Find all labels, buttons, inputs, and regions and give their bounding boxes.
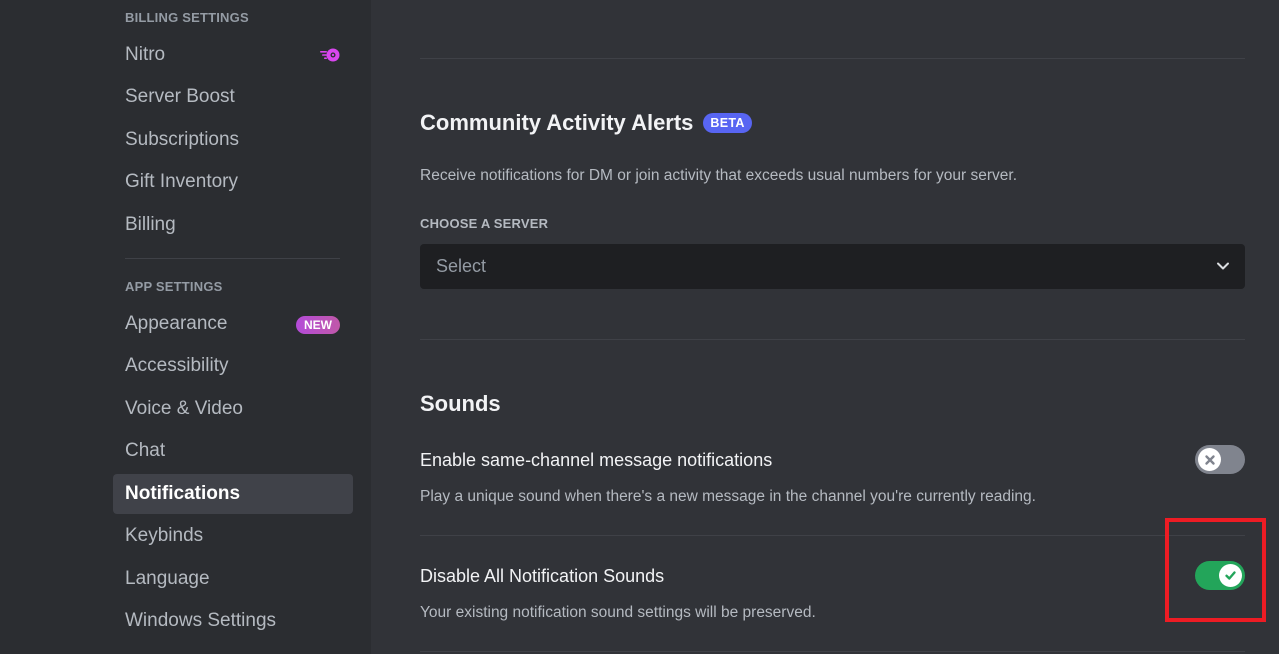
sidebar-item-label: Server Boost xyxy=(125,86,235,107)
new-badge: NEW xyxy=(296,316,340,334)
notifications-content: Community Activity Alerts BETA Receive n… xyxy=(371,0,1279,654)
community-activity-alerts-title: Community Activity Alerts BETA xyxy=(420,110,752,136)
same-channel-notifications-toggle[interactable] xyxy=(1195,445,1245,474)
sidebar-item-language[interactable]: Language xyxy=(113,559,353,599)
toggle-knob xyxy=(1198,448,1221,471)
nitro-icon xyxy=(320,48,340,62)
sidebar-item-windows-settings[interactable]: Windows Settings xyxy=(113,601,353,641)
sidebar-item-label: Windows Settings xyxy=(125,610,277,631)
sidebar-item-label: Subscriptions xyxy=(125,129,240,150)
setting-divider xyxy=(420,651,1245,652)
sidebar-item-billing[interactable]: Billing xyxy=(113,205,353,245)
section-title-text: Sounds xyxy=(420,391,501,416)
sidebar-item-nitro[interactable]: Nitro xyxy=(113,35,353,75)
same-channel-notifications-title: Enable same-channel message notification… xyxy=(420,450,773,470)
sidebar-item-accessibility[interactable]: Accessibility xyxy=(113,346,353,386)
sidebar-item-chat[interactable]: Chat xyxy=(113,431,353,471)
disable-all-sounds-title: Disable All Notification Sounds xyxy=(420,566,665,586)
sidebar-item-label: Appearance xyxy=(125,313,228,334)
choose-server-label: Choose a Server xyxy=(420,216,549,231)
sidebar-item-gift-inventory[interactable]: Gift Inventory xyxy=(113,162,353,202)
sidebar-item-appearance[interactable]: Appearance NEW xyxy=(113,304,353,344)
billing-settings-header: Billing Settings xyxy=(125,10,249,25)
sidebar-item-label: Chat xyxy=(125,440,166,461)
sidebar-item-label: Accessibility xyxy=(125,355,229,376)
sidebar-item-label: Billing xyxy=(125,214,176,235)
same-channel-notifications-description: Play a unique sound when there's a new m… xyxy=(420,488,1036,505)
sidebar-item-label: Nitro xyxy=(125,44,166,65)
section-title-text: Community Activity Alerts xyxy=(420,110,694,135)
beta-badge: BETA xyxy=(703,113,752,133)
sidebar-divider xyxy=(125,258,340,259)
disable-all-sounds-description: Your existing notification sound setting… xyxy=(420,604,816,621)
sidebar-item-server-boost[interactable]: Server Boost xyxy=(113,77,353,117)
chevron-down-icon xyxy=(1217,262,1229,270)
sidebar-item-label: Voice & Video xyxy=(125,398,243,419)
section-divider xyxy=(420,58,1245,59)
sidebar-item-keybinds[interactable]: Keybinds xyxy=(113,516,353,556)
app-settings-header: App Settings xyxy=(125,279,223,294)
setting-divider xyxy=(420,535,1245,536)
server-select[interactable]: Select xyxy=(420,244,1245,289)
sidebar-item-label: Gift Inventory xyxy=(125,171,238,192)
sidebar-item-subscriptions[interactable]: Subscriptions xyxy=(113,120,353,160)
section-divider xyxy=(420,339,1245,340)
sounds-title: Sounds xyxy=(420,391,501,417)
server-select-value: Select xyxy=(436,256,487,276)
disable-all-sounds-toggle[interactable] xyxy=(1195,561,1245,590)
toggle-knob xyxy=(1219,564,1242,587)
sidebar-item-voice-video[interactable]: Voice & Video xyxy=(113,389,353,429)
sidebar-item-label: Notifications xyxy=(125,483,241,504)
sidebar-item-label: Keybinds xyxy=(125,525,204,546)
close-icon xyxy=(1204,454,1215,465)
sidebar-item-notifications[interactable]: Notifications xyxy=(113,474,353,514)
community-alerts-description: Receive notifications for DM or join act… xyxy=(420,167,1018,184)
checkmark-icon xyxy=(1225,571,1236,580)
sidebar-item-label: Language xyxy=(125,568,210,589)
settings-sidebar: Billing Settings Nitro Server Boost Subs… xyxy=(0,0,371,654)
